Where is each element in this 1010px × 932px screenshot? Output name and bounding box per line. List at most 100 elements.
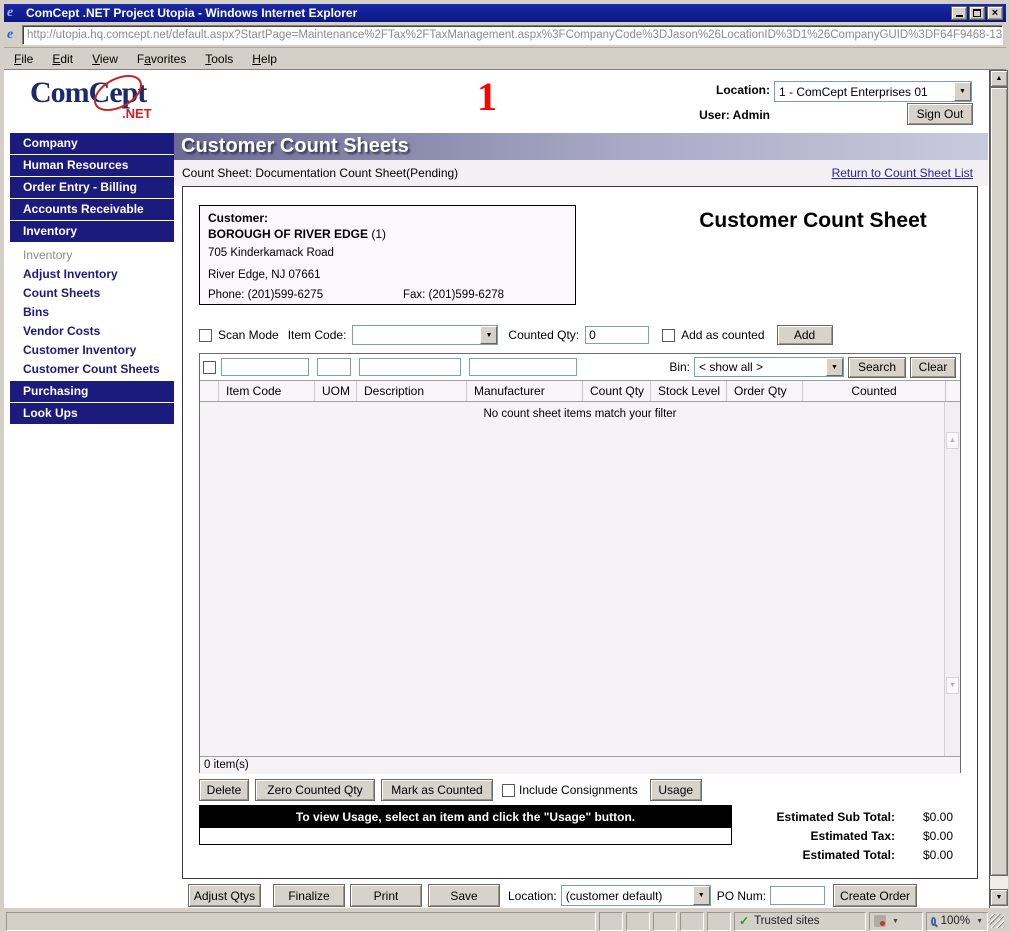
trusted-sites-label: Trusted sites	[754, 915, 819, 927]
tax-value: $0.00	[895, 829, 953, 843]
customer-label: Customer:	[208, 211, 567, 225]
resize-grip[interactable]	[990, 914, 1004, 928]
address-bar: e http://utopia.hq.comcept.net/default.a…	[4, 22, 1006, 48]
usage-banner-text: To view Usage, select an item and click …	[200, 806, 731, 828]
include-consignments-checkbox[interactable]	[502, 784, 515, 797]
sign-out-button[interactable]: Sign Out	[907, 103, 973, 125]
counted-qty-label: Counted Qty:	[508, 328, 579, 342]
status-panel-1	[599, 912, 623, 931]
trusted-check-icon: ✓	[739, 914, 749, 928]
total-label: Estimated Total:	[803, 848, 895, 862]
mark-as-counted-button[interactable]: Mark as Counted	[381, 779, 493, 801]
add-as-counted-checkbox[interactable]	[662, 329, 675, 342]
customer-phone-fax: Phone: (201)599-6275 Fax: (201)599-6278	[208, 289, 567, 301]
submenu-item-customer-count-sheets[interactable]: Customer Count Sheets	[10, 360, 174, 379]
close-button[interactable]: ×	[987, 6, 1003, 20]
counted-qty-input[interactable]	[585, 326, 649, 344]
include-consignments-label: Include Consignments	[519, 783, 638, 797]
sidebar-item-inventory[interactable]: Inventory	[10, 221, 174, 242]
zoom-dropdown-arrow-icon[interactable]: ▼	[976, 918, 983, 925]
delete-button[interactable]: Delete	[199, 779, 249, 801]
scrollbar-thumb[interactable]	[990, 87, 1008, 876]
submenu-item-adjust-inventory[interactable]: Adjust Inventory	[10, 265, 174, 284]
maximize-button[interactable]	[969, 6, 985, 20]
dropdown-arrow-icon[interactable]: ▼	[954, 82, 971, 101]
return-to-count-sheet-list-link[interactable]: Return to Count Sheet List	[832, 166, 973, 180]
filter-manufacturer-input[interactable]	[469, 358, 577, 376]
customer-address1: 705 Kinderkamack Road	[208, 247, 567, 259]
sidebar-item-accounts-receivable[interactable]: Accounts Receivable	[10, 199, 174, 220]
scan-mode-checkbox[interactable]	[199, 329, 212, 342]
grid-scroll-down-icon[interactable]: ▼	[946, 677, 959, 694]
security-settings-panel[interactable]: ▼	[869, 912, 923, 931]
menu-favorites[interactable]: Favorites	[137, 52, 186, 66]
create-order-button[interactable]: Create Order	[833, 884, 917, 907]
col-stock-level: Stock Level	[650, 381, 726, 401]
browser-window: e ComCept .NET Project Utopia - Windows …	[0, 0, 1010, 932]
select-all-checkbox[interactable]	[203, 361, 216, 374]
submenu-item-count-sheets[interactable]: Count Sheets	[10, 284, 174, 303]
finalize-button[interactable]: Finalize	[273, 884, 345, 907]
add-button[interactable]: Add	[777, 325, 833, 345]
print-button[interactable]: Print	[350, 884, 422, 907]
filter-item-code-input[interactable]	[221, 358, 309, 376]
address-input[interactable]: http://utopia.hq.comcept.net/default.asp…	[22, 25, 1003, 45]
menu-help[interactable]: Help	[252, 52, 277, 66]
close-icon: ×	[992, 7, 998, 19]
tax-label: Estimated Tax:	[811, 829, 895, 843]
adjust-qtys-button[interactable]: Adjust Qtys	[188, 884, 261, 907]
grid-scroll-up-icon[interactable]: ▲	[946, 432, 959, 449]
clear-button[interactable]: Clear	[910, 357, 956, 378]
bottom-action-bar: Adjust Qtys Finalize Print Save Location…	[188, 884, 917, 907]
sidebar-item-order-entry-billing[interactable]: Order Entry - Billing	[10, 177, 174, 198]
security-dropdown-arrow-icon[interactable]: ▼	[892, 918, 899, 925]
sidebar-nav: Company Human Resources Order Entry - Bi…	[10, 133, 174, 425]
menu-tools[interactable]: Tools	[205, 52, 233, 66]
menu-file[interactable]: File	[14, 52, 33, 66]
menu-bar: File Edit View Favorites Tools Help	[4, 49, 1006, 70]
bottom-location-select[interactable]: (customer default) ▼	[561, 885, 711, 906]
save-button[interactable]: Save	[428, 884, 500, 907]
count-sheet-grid: Bin: < show all > ▼ Search Clear Item Co…	[199, 353, 961, 773]
filter-uom-input[interactable]	[317, 358, 351, 376]
annotation-marker: 1	[477, 78, 497, 116]
dropdown-arrow-icon[interactable]: ▼	[826, 358, 843, 376]
po-num-label: PO Num:	[717, 889, 766, 903]
bin-label: Bin:	[669, 360, 690, 374]
grid-scrollbar[interactable]: ▲ ▼	[944, 402, 960, 756]
sidebar-item-look-ups[interactable]: Look Ups	[10, 403, 174, 424]
submenu-item-inventory: Inventory	[10, 246, 174, 265]
dropdown-arrow-icon[interactable]: ▼	[693, 886, 710, 905]
customer-fax: Fax: (201)599-6278	[403, 289, 504, 301]
scroll-up-icon[interactable]: ▲	[990, 70, 1008, 87]
url-text: http://utopia.hq.comcept.net/default.asp…	[27, 29, 1003, 41]
security-zone-icon	[874, 915, 886, 927]
scroll-down-icon[interactable]: ▼	[990, 889, 1008, 906]
submenu-item-vendor-costs[interactable]: Vendor Costs	[10, 322, 174, 341]
search-button[interactable]: Search	[848, 357, 906, 378]
item-code-label: Item Code:	[288, 328, 347, 342]
submenu-item-customer-inventory[interactable]: Customer Inventory	[10, 341, 174, 360]
filter-description-input[interactable]	[359, 358, 461, 376]
minimize-button[interactable]	[951, 6, 967, 20]
usage-button[interactable]: Usage	[650, 779, 702, 801]
po-num-input[interactable]	[770, 886, 825, 905]
sidebar-item-company[interactable]: Company	[10, 133, 174, 154]
dropdown-arrow-icon[interactable]: ▼	[480, 326, 497, 344]
browser-scrollbar[interactable]: ▲ ▼	[990, 70, 1008, 908]
sidebar-item-human-resources[interactable]: Human Resources	[10, 155, 174, 176]
count-sheet-label: Count Sheet: Documentation Count Sheet(P…	[182, 166, 458, 180]
zoom-magnifier-icon	[931, 917, 936, 926]
submenu-item-bins[interactable]: Bins	[10, 303, 174, 322]
zoom-control-panel[interactable]: 100% ▼	[926, 912, 988, 931]
sidebar-item-purchasing[interactable]: Purchasing	[10, 381, 174, 402]
zero-counted-qty-button[interactable]: Zero Counted Qty	[255, 779, 375, 801]
maximize-icon	[973, 9, 981, 17]
title-bar: e ComCept .NET Project Utopia - Windows …	[4, 4, 1006, 22]
bin-select[interactable]: < show all > ▼	[694, 357, 844, 377]
item-code-select[interactable]: ▼	[352, 325, 498, 345]
menu-edit[interactable]: Edit	[52, 52, 73, 66]
menu-view[interactable]: View	[92, 52, 118, 66]
customer-info-box: Customer: BOROUGH OF RIVER EDGE (1) 705 …	[199, 205, 576, 305]
location-select[interactable]: 1 - ComCept Enterprises 01 ▼	[774, 81, 972, 102]
